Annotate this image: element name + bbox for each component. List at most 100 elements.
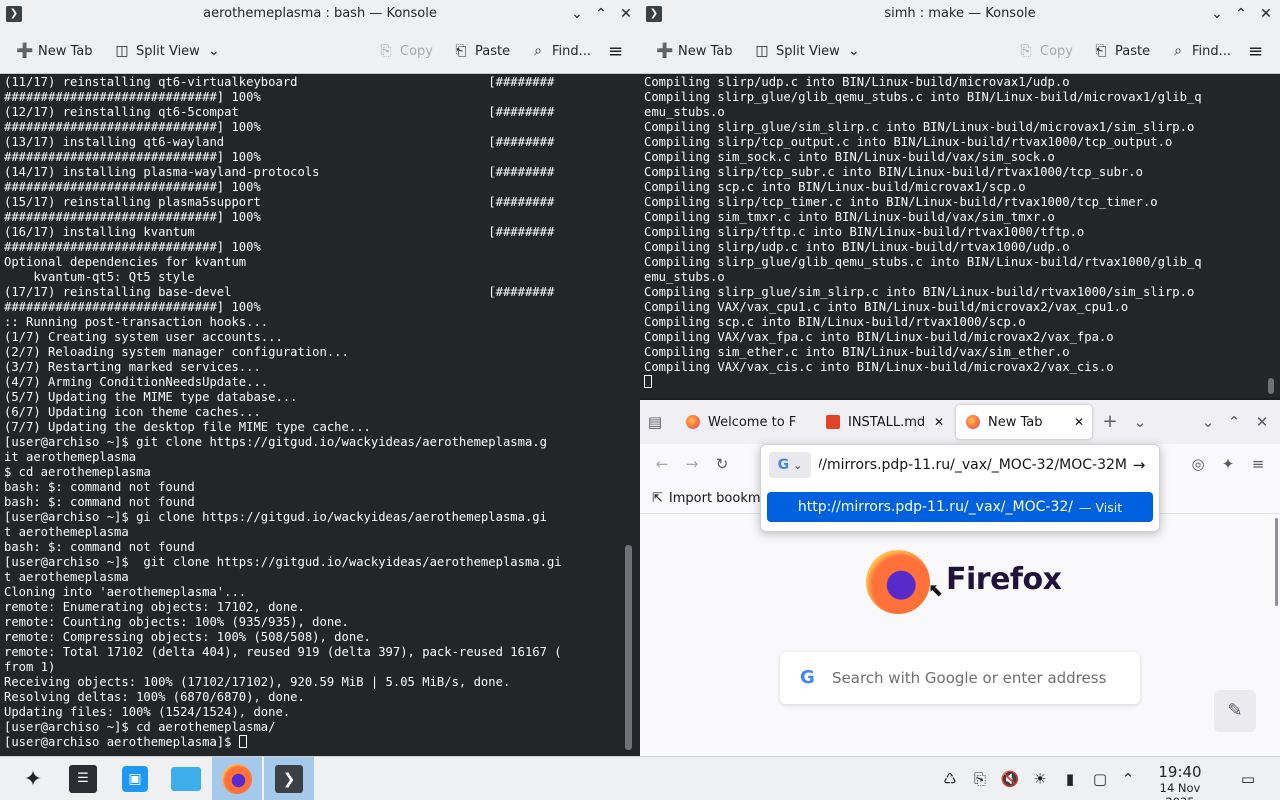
chevron-up-icon[interactable]: ⌃ bbox=[1118, 769, 1138, 789]
terminal-line: Receiving objects: 100% (17102/17102), 9… bbox=[4, 675, 511, 689]
copy-label: Copy bbox=[400, 43, 433, 59]
url-bar[interactable]: G ⌄ p://mirrors.pdp-11.ru/_vax/_MOC-32/MO… bbox=[769, 450, 1151, 480]
clock[interactable]: 19:40 14 Nov 2025 bbox=[1148, 764, 1212, 800]
url-input[interactable]: p://mirrors.pdp-11.ru/_vax/_MOC-32/MOC-3… bbox=[819, 457, 1127, 473]
copy-label: Copy bbox=[1040, 43, 1073, 59]
app-launcher-icon[interactable]: ✦ bbox=[8, 757, 58, 800]
new-tab-label: New Tab bbox=[678, 43, 733, 59]
update-icon[interactable]: ♺ bbox=[940, 769, 960, 789]
terminal-line: remote: Enumerating objects: 17102, done… bbox=[4, 600, 305, 614]
terminal-line: Compiling VAX/vax_fpa.c into BIN/Linux-b… bbox=[644, 330, 1114, 344]
clipboard-icon[interactable]: ⎘ bbox=[970, 769, 990, 789]
hamburger-menu-icon[interactable]: ≡ bbox=[1248, 40, 1263, 62]
reload-icon[interactable]: ↻ bbox=[712, 454, 732, 474]
firefox-view-icon[interactable]: ▤ bbox=[645, 412, 665, 432]
copy-button[interactable]: ⎘ Copy bbox=[1018, 40, 1073, 62]
import-bookmarks-label: Import bookm bbox=[668, 491, 761, 506]
new-tab-icon[interactable]: + bbox=[1100, 412, 1120, 432]
volume-muted-icon[interactable]: 🔇 bbox=[1000, 769, 1020, 789]
terminal-scrollbar[interactable] bbox=[1268, 378, 1274, 394]
maximize-icon[interactable]: ⌃ bbox=[1224, 412, 1244, 432]
url-suggestion[interactable]: http://mirrors.pdp-11.ru/_vax/_MOC-32/ —… bbox=[767, 492, 1153, 522]
import-bookmarks-button[interactable]: ⇱ Import bookm bbox=[652, 491, 761, 506]
google-icon: G bbox=[777, 457, 790, 473]
tab-welcome[interactable]: Welcome to F bbox=[676, 405, 812, 439]
chevron-down-icon[interactable]: ⌄ bbox=[1207, 4, 1227, 24]
brightness-icon[interactable]: ☀ bbox=[1030, 769, 1050, 789]
terminal-line: bash: $: command not found bbox=[4, 480, 195, 494]
go-arrow-icon[interactable]: → bbox=[1127, 456, 1151, 474]
terminal-line: Compiling slirp_glue/sim_slirp.c into BI… bbox=[644, 285, 1195, 299]
network-icon[interactable]: ▢ bbox=[1090, 769, 1110, 789]
back-icon[interactable]: ← bbox=[652, 454, 672, 474]
list-all-tabs-icon[interactable]: ⌄ bbox=[1130, 412, 1150, 432]
account-icon[interactable]: ◎ bbox=[1188, 454, 1208, 474]
terminal-line: Compiling slirp/tcp_output.c into BIN/Li… bbox=[644, 135, 1173, 149]
split-view-icon: ◫ bbox=[755, 43, 769, 59]
window-titlebar[interactable]: ❯ aerothemeplasma : bash — Konsole ⌄ ⌃ ✕ bbox=[0, 0, 640, 28]
tab-new-tab[interactable]: New Tab ✕ bbox=[956, 405, 1092, 439]
dolphin-icon[interactable] bbox=[161, 757, 211, 800]
forward-icon[interactable]: → bbox=[682, 454, 702, 474]
terminal-output[interactable]: Compiling slirp/udp.c into BIN/Linux-bui… bbox=[640, 75, 1280, 398]
terminal-output[interactable]: (11/17) reinstalling qt6-virtualkeyboard… bbox=[0, 75, 640, 756]
terminal-line: (4/7) Arming ConditionNeedsUpdate... bbox=[4, 375, 269, 389]
url-dropdown: G ⌄ p://mirrors.pdp-11.ru/_vax/_MOC-32/MO… bbox=[760, 444, 1160, 532]
close-icon[interactable]: ✕ bbox=[1074, 415, 1084, 429]
extensions-icon[interactable]: ✦ bbox=[1218, 454, 1238, 474]
terminal-line: (13/17) installing qt6-wayland [######## bbox=[4, 135, 555, 149]
split-view-label: Split View bbox=[776, 43, 840, 59]
terminal-line: [user@archiso ~]$ git clone https://gitg… bbox=[4, 435, 547, 449]
tab-install-md[interactable]: INSTALL.md ✕ bbox=[816, 405, 952, 439]
terminal-line: bash: $: command not found bbox=[4, 540, 195, 554]
terminal-scrollbar[interactable] bbox=[625, 545, 632, 750]
hamburger-menu-icon[interactable]: ≡ bbox=[1248, 454, 1268, 474]
chevron-down-icon[interactable]: ⌄ bbox=[1198, 412, 1218, 432]
battery-icon[interactable]: ▮ bbox=[1060, 769, 1080, 789]
find-label: Find... bbox=[1192, 43, 1232, 59]
search-engine-button[interactable]: G ⌄ bbox=[769, 452, 811, 478]
chevron-down-icon[interactable]: ⌄ bbox=[567, 4, 587, 24]
split-view-button[interactable]: ◫ Split View ⌄ bbox=[114, 40, 222, 62]
paste-button[interactable]: ⎗ Paste bbox=[1093, 40, 1150, 62]
terminal-line: from 1) bbox=[4, 660, 56, 674]
konsole-icon[interactable]: ❯ bbox=[264, 757, 314, 800]
show-desktop-icon[interactable]: ▭ bbox=[1238, 769, 1258, 789]
terminal-cursor bbox=[644, 375, 652, 388]
close-icon[interactable]: ✕ bbox=[616, 4, 636, 24]
split-view-icon: ◫ bbox=[115, 43, 129, 59]
paste-button[interactable]: ⎗ Paste bbox=[453, 40, 510, 62]
firefox-icon bbox=[686, 415, 700, 429]
find-button[interactable]: ⌕ Find... bbox=[1170, 40, 1231, 62]
window-titlebar[interactable]: ❯ simh : make — Konsole ⌄ ⌃ ✕ bbox=[640, 0, 1280, 28]
customize-pencil-icon[interactable]: ✎ bbox=[1214, 690, 1256, 732]
terminal-line: #############################] 100% bbox=[4, 90, 261, 104]
system-settings-icon[interactable]: ☰ bbox=[58, 757, 108, 800]
search-icon: ⌕ bbox=[1174, 43, 1182, 59]
terminal-line bbox=[644, 375, 1280, 390]
maximize-icon[interactable]: ⌃ bbox=[1231, 4, 1251, 24]
suggestion-action: — Visit bbox=[1078, 499, 1123, 515]
discover-icon[interactable]: ▣ bbox=[110, 757, 160, 800]
copy-icon: ⎘ bbox=[1020, 43, 1032, 59]
page-scrollbar[interactable] bbox=[1275, 518, 1278, 606]
new-tab-button[interactable]: ➕ New Tab bbox=[656, 40, 733, 62]
copy-button[interactable]: ⎘ Copy bbox=[378, 40, 433, 62]
chevron-down-icon: ⌄ bbox=[793, 458, 803, 472]
terminal-line: Compiling sim_tmxr.c into BIN/Linux-buil… bbox=[644, 210, 1055, 224]
terminal-line: Compiling scp.c into BIN/Linux-build/mic… bbox=[644, 180, 1026, 194]
firefox-icon[interactable] bbox=[212, 757, 262, 800]
split-view-label: Split View bbox=[136, 43, 200, 59]
close-icon[interactable]: ✕ bbox=[1256, 4, 1276, 24]
search-box[interactable]: G Search with Google or enter address bbox=[780, 652, 1140, 704]
split-view-button[interactable]: ◫ Split View ⌄ bbox=[754, 40, 862, 62]
new-tab-button[interactable]: ➕ New Tab bbox=[16, 40, 93, 62]
close-icon[interactable]: ✕ bbox=[1252, 412, 1272, 432]
close-icon[interactable]: ✕ bbox=[934, 415, 944, 429]
maximize-icon[interactable]: ⌃ bbox=[591, 4, 611, 24]
find-button[interactable]: ⌕ Find... bbox=[530, 40, 591, 62]
brand-wordmark: Firefox bbox=[946, 562, 1062, 597]
hamburger-menu-icon[interactable]: ≡ bbox=[608, 40, 623, 62]
terminal-line: [user@archiso ~]$ git clone https://gitg… bbox=[4, 555, 562, 569]
terminal-line: Cloning into 'aerothemeplasma'... bbox=[4, 585, 247, 599]
